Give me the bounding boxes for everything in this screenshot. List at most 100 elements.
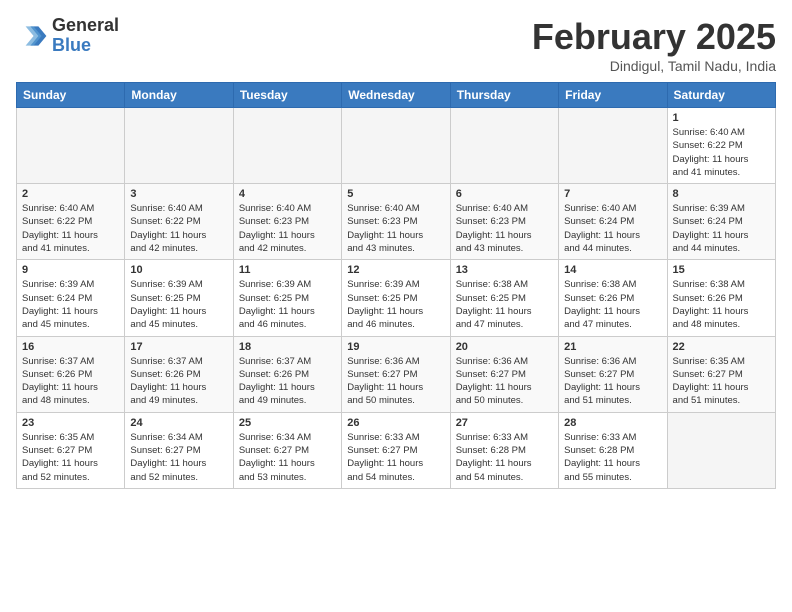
day-info: Sunrise: 6:33 AM Sunset: 6:28 PM Dayligh… [564,431,661,484]
weekday-header: Thursday [450,83,558,108]
calendar-cell: 24Sunrise: 6:34 AM Sunset: 6:27 PM Dayli… [125,412,233,488]
day-number: 10 [130,264,227,276]
day-info: Sunrise: 6:40 AM Sunset: 6:23 PM Dayligh… [456,202,553,255]
day-info: Sunrise: 6:33 AM Sunset: 6:27 PM Dayligh… [347,431,444,484]
day-number: 28 [564,417,661,429]
calendar-cell: 1 Sunrise: 6:40 AM Sunset: 6:22 PM Daylig… [667,108,775,184]
day-info: Sunrise: 6:33 AM Sunset: 6:28 PM Dayligh… [456,431,553,484]
day-number: 7 [564,188,661,200]
day-info: Sunrise: 6:38 AM Sunset: 6:26 PM Dayligh… [564,278,661,331]
day-number: 22 [673,341,770,353]
day-number: 17 [130,341,227,353]
day-info: Sunrise: 6:39 AM Sunset: 6:25 PM Dayligh… [130,278,227,331]
calendar-cell: 3Sunrise: 6:40 AM Sunset: 6:22 PM Daylig… [125,184,233,260]
day-info: Sunrise: 6:37 AM Sunset: 6:26 PM Dayligh… [22,355,119,408]
calendar-cell: 21Sunrise: 6:36 AM Sunset: 6:27 PM Dayli… [559,336,667,412]
logo-blue: Blue [52,36,119,56]
day-number: 1 [673,112,770,124]
logo-text: General Blue [52,16,119,56]
title-area: February 2025 Dindigul, Tamil Nadu, Indi… [532,16,776,74]
day-number: 21 [564,341,661,353]
calendar-cell: 6 Sunrise: 6:40 AM Sunset: 6:23 PM Daylig… [450,184,558,260]
calendar-cell: 9 Sunrise: 6:39 AM Sunset: 6:24 PM Daylig… [17,260,125,336]
calendar-cell: 2Sunrise: 6:40 AM Sunset: 6:22 PM Daylig… [17,184,125,260]
day-number: 5 [347,188,444,200]
calendar-cell: 17 Sunrise: 6:37 AM Sunset: 6:26 PM Dayli… [125,336,233,412]
weekday-header-row: SundayMondayTuesdayWednesdayThursdayFrid… [17,83,776,108]
weekday-header: Saturday [667,83,775,108]
day-info: Sunrise: 6:38 AM Sunset: 6:26 PM Dayligh… [673,278,770,331]
calendar-cell [125,108,233,184]
day-info: Sunrise: 6:34 AM Sunset: 6:27 PM Dayligh… [130,431,227,484]
day-info: Sunrise: 6:40 AM Sunset: 6:23 PM Dayligh… [239,202,336,255]
weekday-header: Monday [125,83,233,108]
calendar-cell: 28 Sunrise: 6:33 AM Sunset: 6:28 PM Dayli… [559,412,667,488]
day-info: Sunrise: 6:39 AM Sunset: 6:25 PM Dayligh… [239,278,336,331]
calendar-cell: 14 Sunrise: 6:38 AM Sunset: 6:26 PM Dayli… [559,260,667,336]
calendar-cell [559,108,667,184]
day-number: 23 [22,417,119,429]
day-number: 4 [239,188,336,200]
day-number: 9 [22,264,119,276]
day-info: Sunrise: 6:37 AM Sunset: 6:26 PM Dayligh… [130,355,227,408]
calendar-week-row: 23 Sunrise: 6:35 AM Sunset: 6:27 PM Dayli… [17,412,776,488]
day-info: Sunrise: 6:37 AM Sunset: 6:26 PM Dayligh… [239,355,336,408]
calendar-cell: 22 Sunrise: 6:35 AM Sunset: 6:27 PM Dayli… [667,336,775,412]
calendar-cell: 23 Sunrise: 6:35 AM Sunset: 6:27 PM Dayli… [17,412,125,488]
day-number: 13 [456,264,553,276]
calendar-cell: 20Sunrise: 6:36 AM Sunset: 6:27 PM Dayli… [450,336,558,412]
month-title: February 2025 [532,16,776,58]
weekday-header: Tuesday [233,83,341,108]
calendar-cell: 11 Sunrise: 6:39 AM Sunset: 6:25 PM Dayli… [233,260,341,336]
day-info: Sunrise: 6:35 AM Sunset: 6:27 PM Dayligh… [673,355,770,408]
calendar-week-row: 16 Sunrise: 6:37 AM Sunset: 6:26 PM Dayli… [17,336,776,412]
day-number: 14 [564,264,661,276]
calendar-cell [17,108,125,184]
location: Dindigul, Tamil Nadu, India [532,58,776,74]
day-info: Sunrise: 6:36 AM Sunset: 6:27 PM Dayligh… [456,355,553,408]
day-number: 2 [22,188,119,200]
day-number: 18 [239,341,336,353]
calendar-cell [450,108,558,184]
calendar-week-row: 1 Sunrise: 6:40 AM Sunset: 6:22 PM Daylig… [17,108,776,184]
calendar-cell: 13 Sunrise: 6:38 AM Sunset: 6:25 PM Dayli… [450,260,558,336]
day-info: Sunrise: 6:38 AM Sunset: 6:25 PM Dayligh… [456,278,553,331]
weekday-header: Friday [559,83,667,108]
day-number: 11 [239,264,336,276]
day-number: 19 [347,341,444,353]
day-info: Sunrise: 6:40 AM Sunset: 6:22 PM Dayligh… [673,126,770,179]
calendar-cell: 18 Sunrise: 6:37 AM Sunset: 6:26 PM Dayli… [233,336,341,412]
page-header: General Blue February 2025 Dindigul, Tam… [16,16,776,74]
day-number: 3 [130,188,227,200]
calendar: SundayMondayTuesdayWednesdayThursdayFrid… [16,82,776,489]
day-info: Sunrise: 6:36 AM Sunset: 6:27 PM Dayligh… [347,355,444,408]
day-info: Sunrise: 6:40 AM Sunset: 6:24 PM Dayligh… [564,202,661,255]
calendar-week-row: 9 Sunrise: 6:39 AM Sunset: 6:24 PM Daylig… [17,260,776,336]
calendar-cell [233,108,341,184]
logo-icon [16,20,48,52]
day-number: 26 [347,417,444,429]
calendar-cell: 7 Sunrise: 6:40 AM Sunset: 6:24 PM Daylig… [559,184,667,260]
calendar-cell: 4 Sunrise: 6:40 AM Sunset: 6:23 PM Daylig… [233,184,341,260]
day-info: Sunrise: 6:40 AM Sunset: 6:23 PM Dayligh… [347,202,444,255]
calendar-cell: 26 Sunrise: 6:33 AM Sunset: 6:27 PM Dayli… [342,412,450,488]
day-info: Sunrise: 6:39 AM Sunset: 6:25 PM Dayligh… [347,278,444,331]
day-number: 15 [673,264,770,276]
day-info: Sunrise: 6:39 AM Sunset: 6:24 PM Dayligh… [673,202,770,255]
calendar-cell [667,412,775,488]
calendar-cell: 15 Sunrise: 6:38 AM Sunset: 6:26 PM Dayli… [667,260,775,336]
logo: General Blue [16,16,119,56]
calendar-cell: 27 Sunrise: 6:33 AM Sunset: 6:28 PM Dayli… [450,412,558,488]
day-info: Sunrise: 6:39 AM Sunset: 6:24 PM Dayligh… [22,278,119,331]
day-number: 16 [22,341,119,353]
day-number: 6 [456,188,553,200]
day-info: Sunrise: 6:35 AM Sunset: 6:27 PM Dayligh… [22,431,119,484]
day-number: 27 [456,417,553,429]
calendar-cell: 10 Sunrise: 6:39 AM Sunset: 6:25 PM Dayli… [125,260,233,336]
day-number: 25 [239,417,336,429]
calendar-cell: 19 Sunrise: 6:36 AM Sunset: 6:27 PM Dayli… [342,336,450,412]
calendar-cell [342,108,450,184]
calendar-cell: 12 Sunrise: 6:39 AM Sunset: 6:25 PM Dayli… [342,260,450,336]
weekday-header: Sunday [17,83,125,108]
day-number: 12 [347,264,444,276]
